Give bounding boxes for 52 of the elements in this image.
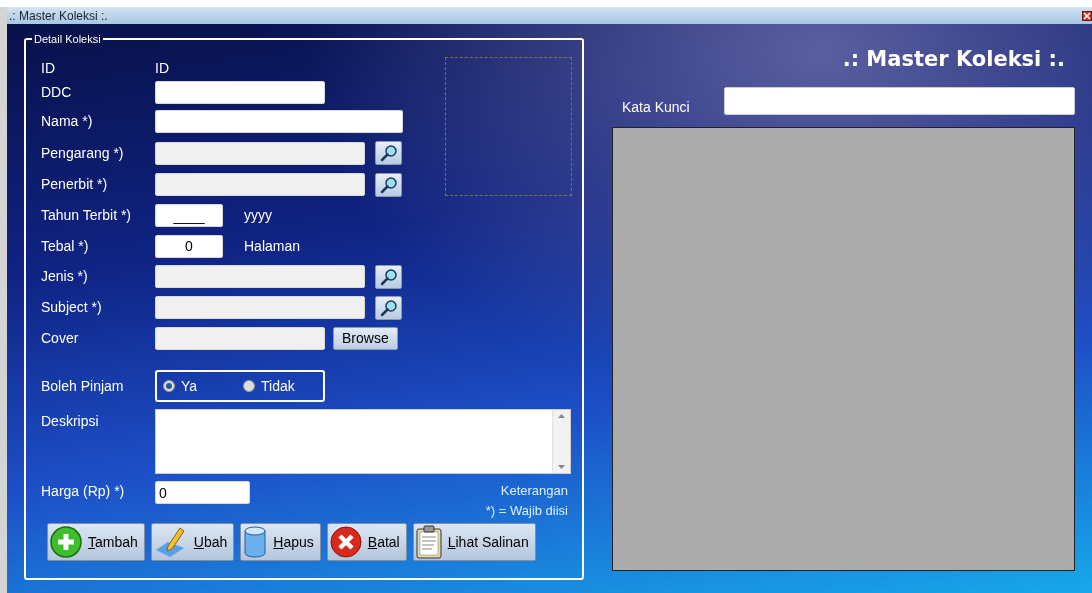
note-text: *) = Wajib diisi — [485, 502, 568, 520]
radio-button[interactable] — [163, 380, 175, 392]
lookup-button[interactable] — [375, 295, 402, 320]
search-icon — [379, 298, 398, 317]
action-button[interactable]: Ubah — [150, 523, 235, 561]
search-icon — [379, 144, 398, 162]
input-field[interactable] — [155, 109, 403, 133]
field-label: Nama *) — [41, 111, 94, 131]
field-label: Tahun Terbit *) — [41, 206, 132, 225]
scroll-up-icon[interactable] — [558, 414, 565, 418]
action-button[interactable]: Hapus — [240, 523, 321, 561]
action-button[interactable]: Batal — [326, 523, 407, 561]
input-field[interactable]: 0 — [155, 234, 223, 258]
form-heading: .: Master Koleksi :. — [842, 46, 1065, 73]
close-button[interactable] — [1082, 10, 1092, 21]
search-label: Kata Kunci — [621, 97, 691, 117]
window-title: .: Master Koleksi :. — [9, 7, 108, 25]
field-label: Subject *) — [41, 298, 103, 317]
action-button[interactable]: Tambah — [47, 523, 145, 561]
cylinder-icon — [243, 526, 268, 558]
field-label: Boleh Pinjam — [41, 376, 125, 396]
unit-label: Halaman — [244, 236, 301, 256]
clipboard-icon — [415, 525, 442, 559]
scroll-down-icon[interactable] — [558, 465, 565, 469]
field-label: Penerbit *) — [41, 175, 109, 194]
field-label: Cover — [41, 328, 80, 348]
field-label: Tebal *) — [41, 236, 90, 256]
input-field[interactable]: 0 — [155, 481, 250, 504]
note-title: Keterangan — [499, 482, 568, 500]
scrollbar[interactable] — [552, 410, 570, 473]
input-field[interactable] — [155, 80, 325, 104]
field-label: DDC — [41, 82, 73, 102]
field-label: Jenis *) — [41, 267, 89, 286]
field-label: Pengarang *) — [41, 143, 125, 163]
field-label: ID — [41, 58, 56, 78]
radio-option[interactable]: Ya — [163, 375, 243, 397]
search-icon — [379, 267, 398, 286]
input-field[interactable]: ____ — [155, 204, 223, 227]
lookup-button[interactable] — [375, 141, 402, 165]
search-icon — [379, 175, 398, 194]
lookup-button[interactable] — [375, 264, 402, 289]
field-label: Harga (Rp) *) — [41, 482, 126, 501]
unit-label: yyyy — [244, 206, 272, 225]
lookup-button[interactable] — [375, 172, 402, 197]
action-button[interactable]: Lihat Salinan — [412, 523, 536, 561]
field-label: Deskripsi — [41, 412, 100, 431]
radio-option[interactable]: Tidak — [243, 375, 323, 397]
field-value: ID — [155, 58, 169, 78]
search-field[interactable] — [724, 87, 1075, 115]
radio-button[interactable] — [243, 380, 255, 392]
plus-icon — [50, 526, 82, 558]
close-icon — [329, 526, 362, 558]
